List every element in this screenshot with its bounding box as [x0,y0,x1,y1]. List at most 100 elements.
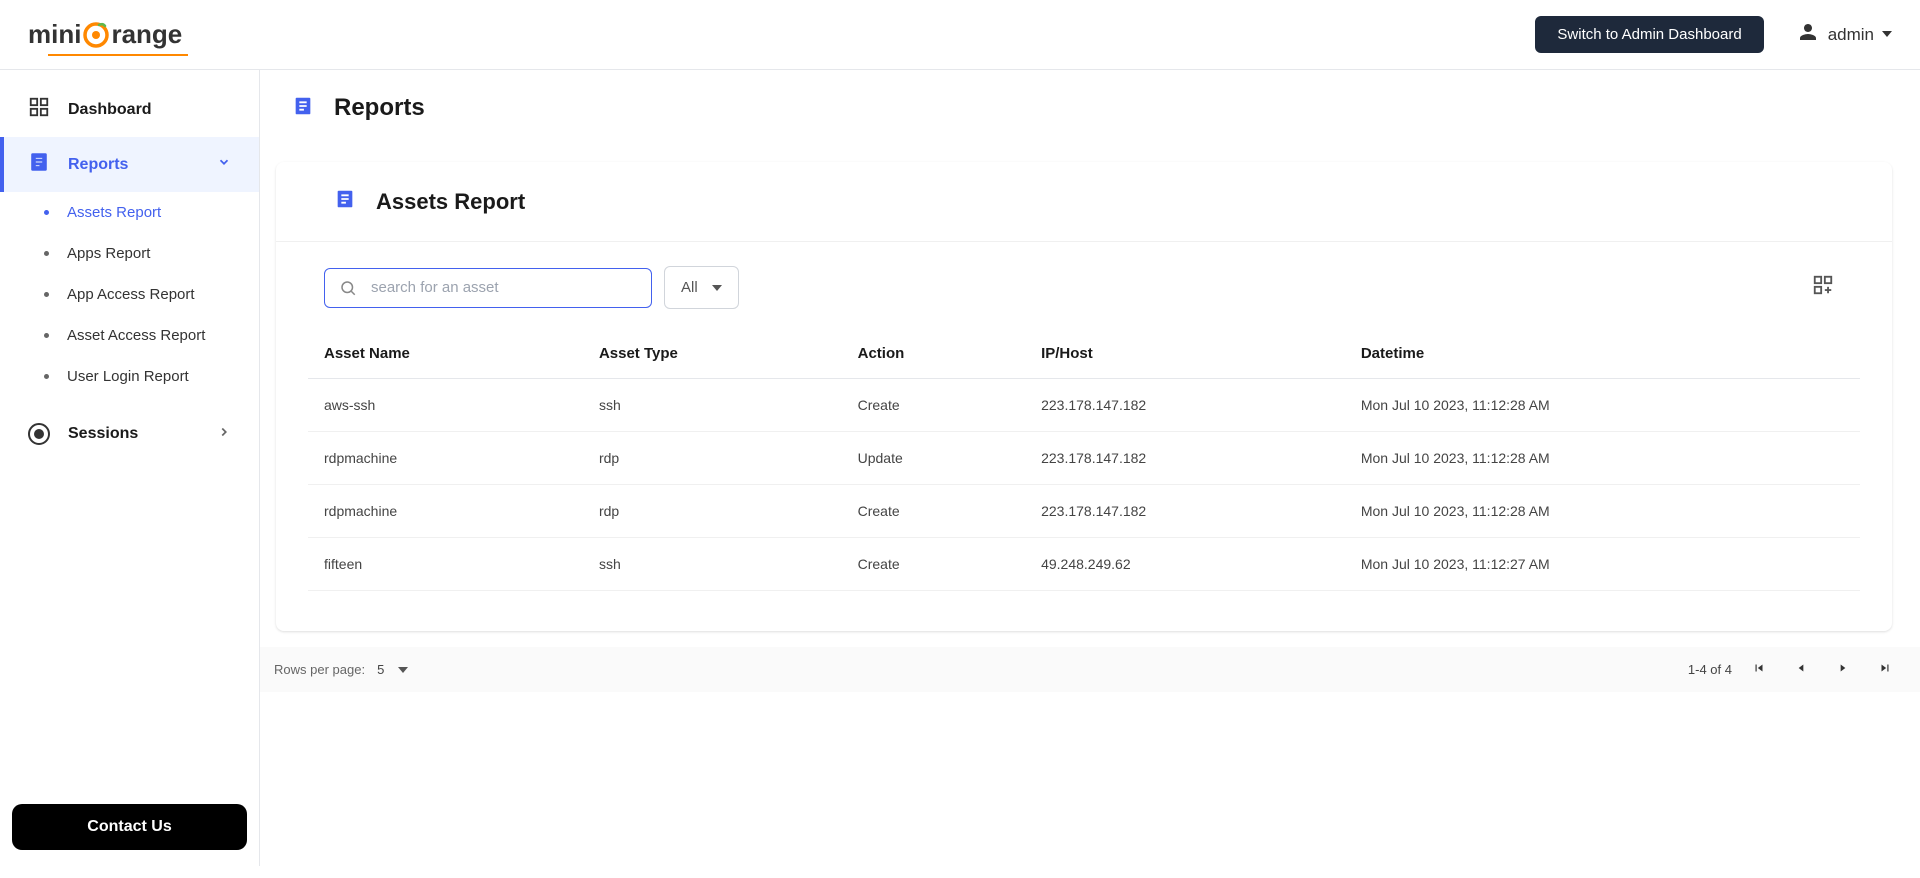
chevron-down-icon [217,155,231,174]
cell-datetime: Mon Jul 10 2023, 11:12:28 AM [1345,485,1860,538]
col-datetime: Datetime [1345,329,1860,379]
col-action: Action [842,329,1025,379]
cell-type: rdp [583,432,842,485]
cell-name: aws-ssh [308,379,583,432]
logo-underline [48,54,188,56]
caret-down-icon [712,283,722,293]
cell-datetime: Mon Jul 10 2023, 11:12:28 AM [1345,379,1860,432]
assets-report-card: Assets Report All [276,162,1892,631]
cell-type: rdp [583,485,842,538]
rows-per-page-select[interactable]: 5 [377,662,408,677]
subnav-asset-access-report[interactable]: Asset Access Report [0,315,259,356]
cell-ip: 223.178.147.182 [1025,485,1345,538]
rows-value: 5 [377,662,384,677]
caret-down-icon [398,665,408,675]
cell-datetime: Mon Jul 10 2023, 11:12:28 AM [1345,432,1860,485]
article-icon [292,95,314,122]
search-input[interactable] [371,279,637,296]
col-asset-type: Asset Type [583,329,842,379]
last-page-button[interactable] [1878,661,1892,678]
subnav-assets-report[interactable]: Assets Report [0,192,259,233]
contact-us-button[interactable]: Contact Us [12,804,247,850]
article-icon [334,188,356,215]
bullet-icon [44,333,49,338]
sidebar-item-label: Sessions [68,425,138,443]
cell-ip: 49.248.249.62 [1025,538,1345,591]
logo[interactable]: mini range [28,19,182,50]
cell-type: ssh [583,538,842,591]
asset-type-filter[interactable]: All [664,266,739,309]
subnav-label: Assets Report [67,204,161,221]
table-header-row: Asset Name Asset Type Action IP/Host Dat… [308,329,1860,379]
sidebar-item-dashboard[interactable]: Dashboard [0,82,259,137]
table-row: rdpmachinerdpUpdate223.178.147.182Mon Ju… [308,432,1860,485]
search-icon [339,279,357,297]
page-header: Reports [260,70,1920,146]
col-ip-host: IP/Host [1025,329,1345,379]
cell-action: Create [842,485,1025,538]
page-controls [1752,661,1892,678]
subnav-label: User Login Report [67,368,189,385]
subnav-label: App Access Report [67,286,195,303]
reports-subnav: Assets Report Apps Report App Access Rep… [0,192,259,397]
bullet-icon [44,292,49,297]
logo-text-prefix: mini [28,19,81,50]
user-icon [1796,20,1820,49]
prev-page-button[interactable] [1794,661,1808,678]
subnav-apps-report[interactable]: Apps Report [0,233,259,274]
logo-orange-icon [81,20,111,50]
sidebar-item-label: Dashboard [68,101,152,119]
reports-icon [28,151,50,178]
filter-value: All [681,279,698,296]
first-page-button[interactable] [1752,661,1766,678]
next-page-button[interactable] [1836,661,1850,678]
sessions-icon [28,423,50,445]
cell-ip: 223.178.147.182 [1025,379,1345,432]
page-range: 1-4 of 4 [1688,662,1732,677]
table-row: aws-sshsshCreate223.178.147.182Mon Jul 1… [308,379,1860,432]
assets-table: Asset Name Asset Type Action IP/Host Dat… [308,329,1860,591]
app-header: mini range Switch to Admin Dashboard adm… [0,0,1920,70]
card-title: Assets Report [376,189,525,215]
cell-datetime: Mon Jul 10 2023, 11:12:27 AM [1345,538,1860,591]
cell-action: Update [842,432,1025,485]
dashboard-icon [28,96,50,123]
sidebar-item-reports[interactable]: Reports [0,137,259,192]
bullet-icon [44,374,49,379]
sidebar-item-label: Reports [68,156,128,174]
caret-down-icon [1882,26,1892,44]
cell-ip: 223.178.147.182 [1025,432,1345,485]
main-content: Reports Assets Report All [260,70,1920,866]
cell-action: Create [842,379,1025,432]
card-header: Assets Report [276,162,1892,242]
subnav-label: Asset Access Report [67,327,205,344]
user-name: admin [1828,25,1874,45]
bullet-icon [44,210,49,215]
logo-text-suffix: range [111,19,182,50]
grid-view-button[interactable] [1812,274,1834,301]
subnav-app-access-report[interactable]: App Access Report [0,274,259,315]
rows-per-page-label: Rows per page: [274,662,365,677]
table-row: fifteensshCreate49.248.249.62Mon Jul 10 … [308,538,1860,591]
sidebar-item-sessions[interactable]: Sessions [0,409,259,459]
grid-add-icon [1812,274,1834,296]
toolbar: All [276,242,1892,317]
col-asset-name: Asset Name [308,329,583,379]
cell-name: fifteen [308,538,583,591]
table-wrap: Asset Name Asset Type Action IP/Host Dat… [276,317,1892,631]
user-menu[interactable]: admin [1796,20,1892,49]
cell-action: Create [842,538,1025,591]
page-title: Reports [334,94,425,122]
table-row: rdpmachinerdpCreate223.178.147.182Mon Ju… [308,485,1860,538]
switch-dashboard-button[interactable]: Switch to Admin Dashboard [1535,16,1763,53]
subnav-user-login-report[interactable]: User Login Report [0,356,259,397]
bullet-icon [44,251,49,256]
pagination: Rows per page: 5 1-4 of 4 [260,647,1920,692]
chevron-right-icon [217,425,231,444]
search-wrap[interactable] [324,268,652,308]
cell-name: rdpmachine [308,432,583,485]
subnav-label: Apps Report [67,245,150,262]
cell-name: rdpmachine [308,485,583,538]
sidebar: Dashboard Reports Assets Report Apps Rep… [0,70,260,866]
cell-type: ssh [583,379,842,432]
